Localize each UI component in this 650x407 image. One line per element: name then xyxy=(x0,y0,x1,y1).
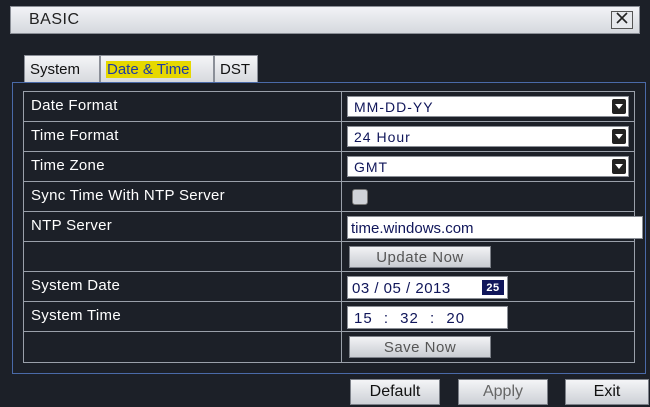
exit-button[interactable]: Exit xyxy=(565,379,649,405)
tab-system[interactable]: System xyxy=(24,55,100,82)
time-zone-select[interactable]: GMT xyxy=(347,156,629,177)
empty-label xyxy=(24,242,342,271)
settings-panel: Date Format MM-DD-YY Time Format 24 Hour xyxy=(12,82,646,374)
ntp-server-input[interactable]: time.windows.com xyxy=(347,216,643,239)
tab-label: Date & Time xyxy=(106,61,191,78)
tab-date-time[interactable]: Date & Time xyxy=(100,55,214,82)
row-time-zone: Time Zone GMT xyxy=(24,152,634,182)
system-date-label: System Date xyxy=(24,272,342,301)
row-ntp-server: NTP Server time.windows.com xyxy=(24,212,643,242)
row-time-format: Time Format 24 Hour xyxy=(24,122,634,152)
system-date-value: 03 / 05 / 2013 xyxy=(352,280,451,297)
ntp-sync-checkbox[interactable] xyxy=(352,189,368,205)
row-update-now: Update Now xyxy=(24,242,634,272)
update-now-button[interactable]: Update Now xyxy=(349,246,491,268)
apply-button[interactable]: Apply xyxy=(458,379,548,405)
default-button[interactable]: Default xyxy=(350,379,440,405)
row-save-now: Save Now xyxy=(24,332,634,362)
save-now-button[interactable]: Save Now xyxy=(349,336,491,358)
row-ntp-sync: Sync Time With NTP Server xyxy=(24,182,634,212)
close-icon xyxy=(616,11,628,29)
tab-dst[interactable]: DST xyxy=(214,55,258,82)
ntp-server-value: time.windows.com xyxy=(351,220,474,237)
ntp-sync-label: Sync Time With NTP Server xyxy=(24,182,342,211)
tab-label: System xyxy=(30,61,81,78)
system-time-input[interactable]: 15 : 32 : 20 xyxy=(347,306,508,329)
row-system-date: System Date 03 / 05 / 2013 25 xyxy=(24,272,634,302)
ntp-server-label: NTP Server xyxy=(24,212,342,241)
settings-window: BASIC System Date & Time DST Date Format… xyxy=(0,0,650,407)
date-format-select[interactable]: MM-DD-YY xyxy=(347,96,629,117)
settings-grid: Date Format MM-DD-YY Time Format 24 Hour xyxy=(23,91,643,363)
time-zone-label: Time Zone xyxy=(24,152,342,181)
time-zone-value: GMT xyxy=(354,159,389,175)
system-time-value: 15 : 32 : 20 xyxy=(354,310,466,327)
system-date-input[interactable]: 03 / 05 / 2013 25 xyxy=(347,276,508,299)
time-format-select[interactable]: 24 Hour xyxy=(347,126,629,147)
window-title: BASIC xyxy=(29,11,80,28)
chevron-down-icon xyxy=(612,159,626,174)
row-date-format: Date Format MM-DD-YY xyxy=(24,92,634,122)
time-format-label: Time Format xyxy=(24,122,342,151)
calendar-icon[interactable]: 25 xyxy=(482,280,504,295)
time-format-value: 24 Hour xyxy=(354,129,411,145)
date-format-label: Date Format xyxy=(24,92,342,121)
chevron-down-icon xyxy=(612,99,626,114)
system-time-label: System Time xyxy=(24,302,342,331)
title-bar: BASIC xyxy=(10,6,640,34)
close-button[interactable] xyxy=(611,11,633,29)
chevron-down-icon xyxy=(612,129,626,144)
date-format-value: MM-DD-YY xyxy=(354,99,434,115)
empty-label xyxy=(24,332,342,362)
tab-label: DST xyxy=(220,61,250,78)
row-system-time: System Time 15 : 32 : 20 xyxy=(24,302,634,332)
